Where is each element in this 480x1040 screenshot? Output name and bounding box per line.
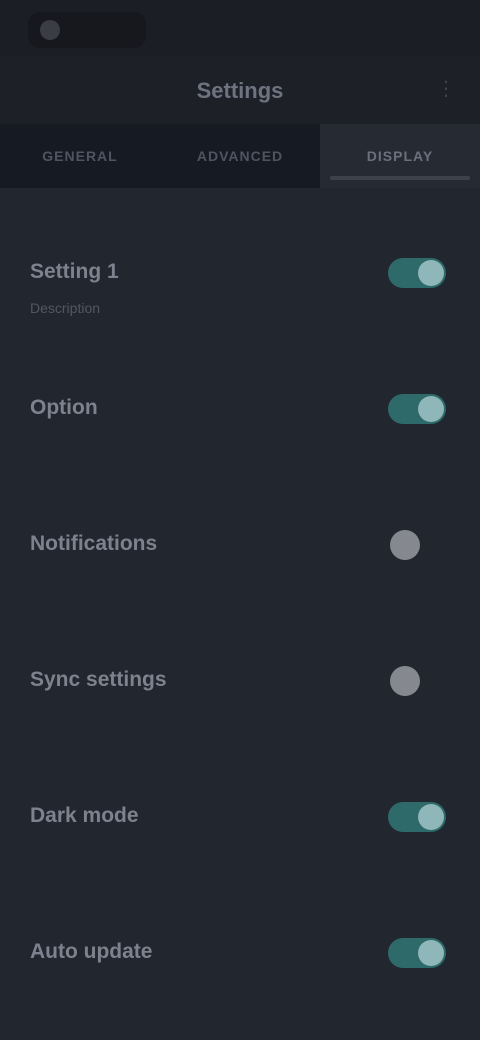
toggle-switch[interactable]	[388, 802, 446, 832]
toggle-switch[interactable]	[388, 666, 446, 696]
setting-title: Setting 1	[30, 260, 119, 283]
tab-advanced[interactable]: ADVANCED	[160, 124, 320, 188]
setting-row[interactable]: Dark mode	[0, 740, 480, 876]
tab-label: DISPLAY	[366, 148, 434, 164]
toggle-knob	[418, 260, 444, 286]
toggle-switch[interactable]	[388, 258, 446, 288]
setting-title: Auto update	[30, 940, 153, 963]
page-title: Settings	[196, 78, 284, 103]
toggle-knob	[418, 804, 444, 830]
tab-display[interactable]: DISPLAY	[320, 124, 480, 188]
tab-bar: GENERAL ADVANCED DISPLAY	[0, 124, 480, 188]
toggle-switch[interactable]	[388, 530, 446, 560]
setting-row[interactable]: Option	[0, 332, 480, 468]
toggle-knob	[390, 666, 420, 696]
setting-row[interactable]: Setting 1 Description	[0, 196, 480, 332]
setting-row[interactable]: Sync settings	[0, 604, 480, 740]
tab-label: ADVANCED	[196, 148, 284, 164]
tab-label: GENERAL	[42, 148, 118, 164]
setting-row[interactable]: Auto update	[0, 876, 480, 1012]
setting-title: Option	[30, 396, 98, 419]
toggle-knob	[418, 396, 444, 422]
toggle-switch[interactable]	[388, 938, 446, 968]
setting-title: Sync settings	[30, 668, 167, 691]
toggle-switch[interactable]	[388, 394, 446, 424]
more-vert-icon[interactable]: ⋮	[436, 78, 456, 100]
app-bar: Settings ⋮	[0, 56, 480, 124]
status-icon	[40, 20, 60, 40]
toggle-knob	[390, 530, 420, 560]
settings-screen: Settings ⋮ GENERAL ADVANCED DISPLAY Sett…	[0, 0, 480, 1040]
status-bar	[0, 0, 480, 56]
setting-title: Notifications	[30, 532, 158, 555]
tab-general[interactable]: GENERAL	[0, 124, 160, 188]
settings-list: Setting 1 Description Option Notificatio…	[0, 196, 480, 1012]
toggle-knob	[418, 940, 444, 966]
setting-subtitle: Description	[30, 300, 101, 316]
setting-row[interactable]: Notifications	[0, 468, 480, 604]
setting-title: Dark mode	[30, 804, 139, 827]
